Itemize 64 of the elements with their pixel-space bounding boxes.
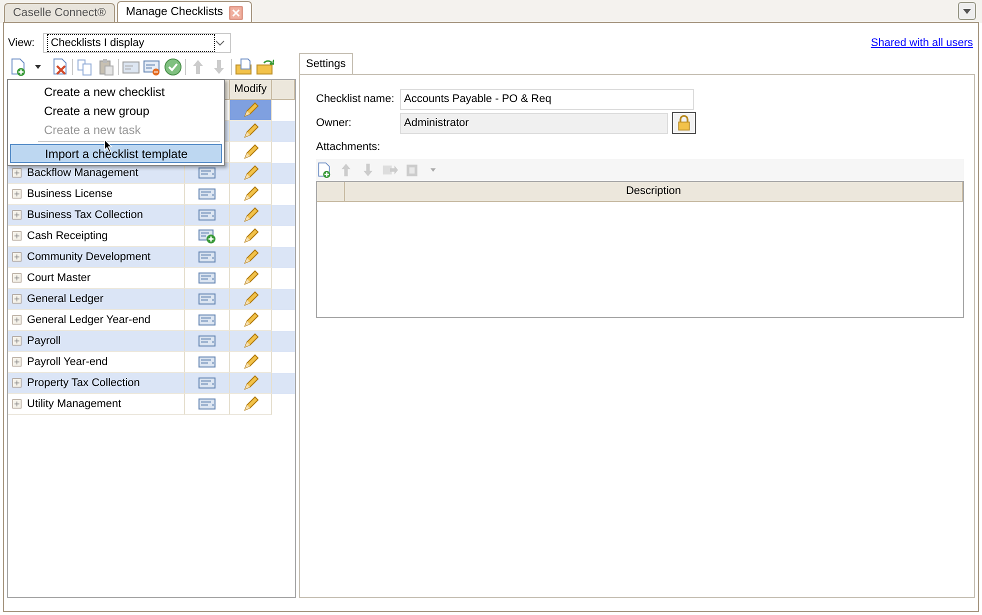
field-label: Attachments:	[316, 140, 380, 155]
field-label: Checklist name:	[316, 92, 396, 107]
menu-item[interactable]: Create a new group	[10, 101, 222, 120]
owner-field[interactable]: Administrator	[400, 112, 668, 134]
paste-icon[interactable]	[97, 58, 115, 76]
expand-icon[interactable]	[12, 314, 23, 326]
checklist-name[interactable]: Payroll Year-end	[27, 354, 108, 370]
expand-icon[interactable]	[12, 230, 23, 242]
expand-icon[interactable]	[12, 252, 23, 262]
pencil-icon[interactable]	[242, 143, 260, 161]
lock-icon	[676, 115, 692, 131]
card-remove-icon[interactable]	[143, 58, 161, 76]
caret-icon	[963, 8, 971, 14]
copy-icon[interactable]	[76, 58, 94, 76]
expand-icon[interactable]	[12, 188, 23, 200]
new-document-icon[interactable]	[316, 162, 332, 178]
checklist-name[interactable]: Cash Receipting	[27, 228, 108, 244]
dropdown-button[interactable]	[958, 2, 976, 20]
close-icon[interactable]	[229, 6, 244, 20]
expand-icon[interactable]	[12, 168, 23, 178]
pencil-icon[interactable]	[242, 122, 260, 140]
field-label: Owner:	[316, 116, 352, 131]
pencil-icon[interactable]	[242, 311, 260, 329]
name-field[interactable]: Accounts Payable - PO & Req	[400, 88, 694, 110]
chevron-down-icon	[214, 40, 225, 47]
lock-button[interactable]	[672, 112, 696, 134]
pencil-icon[interactable]	[242, 227, 260, 245]
tab[interactable]: Caselle Connect®	[4, 3, 115, 23]
expand-icon[interactable]	[12, 398, 23, 410]
column-header[interactable]: Modify	[230, 80, 272, 99]
expand-icon[interactable]	[12, 336, 23, 346]
pencil-icon[interactable]	[242, 353, 260, 371]
pencil-icon[interactable]	[242, 248, 260, 266]
check-icon[interactable]	[164, 58, 182, 76]
pencil-icon[interactable]	[242, 395, 260, 413]
menu-item[interactable]: Create a new checklist	[10, 82, 222, 101]
settings-tab[interactable]: Settings	[299, 52, 353, 74]
view-label: View:	[8, 36, 35, 51]
checklist-name[interactable]: Court Master	[27, 270, 91, 286]
pencil-icon[interactable]	[242, 269, 260, 287]
delete-document-icon[interactable]	[51, 58, 69, 76]
pencil-icon[interactable]	[242, 206, 260, 224]
expand-icon[interactable]	[12, 210, 23, 220]
expand-icon[interactable]	[12, 294, 23, 304]
checklist-name[interactable]: Utility Management	[27, 396, 122, 412]
checklist-name[interactable]: General Ledger Year-end	[27, 312, 151, 328]
new-document-icon[interactable]	[9, 58, 27, 76]
pencil-icon[interactable]	[242, 164, 260, 182]
expand-icon[interactable]	[12, 272, 23, 284]
shared-link[interactable]: Shared with all users	[870, 35, 973, 52]
view-dropdown[interactable]: Checklists I display	[42, 33, 231, 53]
checklist-name[interactable]: Payroll	[27, 332, 61, 350]
expand-icon[interactable]	[12, 356, 23, 368]
pencil-icon[interactable]	[242, 290, 260, 308]
pencil-icon[interactable]	[242, 332, 260, 350]
pencil-icon[interactable]	[242, 185, 260, 203]
pencil-icon[interactable]	[242, 101, 260, 119]
card-add-icon[interactable]	[197, 227, 217, 245]
folder-arrow-icon[interactable]	[256, 58, 274, 76]
tab[interactable]: Manage Checklists	[116, 1, 252, 23]
expand-icon[interactable]	[12, 378, 23, 388]
checklist-name[interactable]: Business License	[27, 186, 113, 202]
folder-document-icon[interactable]	[235, 58, 253, 76]
pencil-icon[interactable]	[242, 374, 260, 392]
